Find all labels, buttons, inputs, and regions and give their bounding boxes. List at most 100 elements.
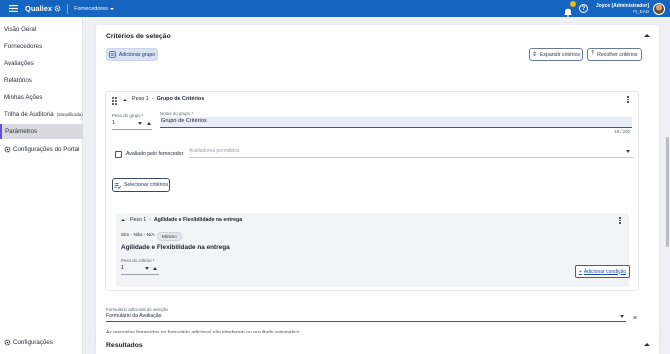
add-group-button[interactable]: Adicionar grupo bbox=[106, 48, 158, 61]
sidebar-item-label: Visão Geral bbox=[4, 26, 37, 33]
criterion-separator: - bbox=[149, 217, 151, 223]
brand-gear-icon bbox=[54, 5, 61, 12]
notification-icon[interactable] bbox=[563, 0, 576, 17]
collapse-section-icon[interactable] bbox=[644, 34, 650, 37]
sidebar-item-avaliacoes[interactable]: Avaliações bbox=[0, 56, 83, 71]
clear-icon[interactable]: × bbox=[633, 315, 637, 322]
group-weight-text: Peso 1 bbox=[132, 96, 149, 102]
criterion-weight-input[interactable]: 1 bbox=[121, 265, 124, 271]
collapse-criteria-label: Recolher critérios bbox=[597, 51, 638, 58]
group-more-icon[interactable] bbox=[625, 95, 631, 104]
chevron-down-icon[interactable] bbox=[626, 150, 630, 153]
add-group-label: Adicionar grupo bbox=[118, 51, 156, 58]
module-label: Fornecedores bbox=[74, 5, 109, 12]
group-name-underline bbox=[160, 127, 632, 128]
sidebar-item-fornecedores[interactable]: Fornecedores bbox=[0, 39, 83, 54]
module-selector[interactable]: Fornecedores bbox=[74, 5, 115, 12]
sidebar-item-parametros[interactable]: Parâmetros bbox=[0, 124, 83, 139]
expand-icon: ⇕ bbox=[531, 52, 537, 58]
results-collapse-icon[interactable] bbox=[644, 343, 650, 346]
topbar-divider bbox=[67, 3, 69, 14]
criterion-title: Agilidade e Flexibilidade na entrega bbox=[153, 217, 243, 223]
criterion-weight-text: Peso 1 bbox=[130, 217, 147, 223]
evaluated-by-supplier-checkbox[interactable] bbox=[115, 151, 122, 158]
evaluated-by-supplier-label: Avaliado pelo fornecedor bbox=[126, 151, 184, 157]
criteria-group: Peso 1 - Grupo de Critérios Peso do grup… bbox=[105, 91, 639, 291]
group-name-field-bg bbox=[160, 117, 632, 127]
additional-form-select[interactable]: Formulário da Avaliação bbox=[106, 313, 162, 319]
add-condition-button[interactable]: + Adicionar condição bbox=[575, 265, 630, 278]
sidebar-item-label: Configurações do Portal bbox=[13, 146, 80, 153]
brand-name: Qualiex bbox=[25, 4, 53, 13]
drag-handle-icon[interactable] bbox=[112, 97, 117, 105]
group-name-counter: 18 / 200 bbox=[614, 129, 630, 134]
select-criteria-button[interactable]: Selecionar critérios bbox=[112, 178, 170, 192]
sidebar-item-configuracoes[interactable]: Configurações bbox=[0, 335, 83, 350]
sidebar: Visão Geral Fornecedores Avaliações Rela… bbox=[0, 17, 83, 354]
avatar[interactable] bbox=[653, 2, 665, 15]
results-card: Resultados bbox=[96, 333, 659, 354]
menu-icon[interactable] bbox=[7, 3, 19, 15]
weight-stepper-down-icon[interactable] bbox=[138, 122, 142, 125]
group-name-label: Nome do grupo * bbox=[160, 111, 194, 116]
criterion-more-icon[interactable] bbox=[617, 216, 623, 225]
group-collapse-icon[interactable] bbox=[123, 99, 127, 101]
help-icon[interactable]: ? bbox=[578, 4, 588, 13]
sidebar-bottom-label: Configurações bbox=[13, 339, 53, 346]
group-weight-label: Peso do grupo * bbox=[112, 113, 144, 118]
criterion-header: Peso 1 - Agilidade e Flexibilidade na en… bbox=[130, 217, 242, 223]
expand-criteria-button[interactable]: ⇕ Expandir critérios bbox=[529, 48, 583, 61]
criterion-collapse-icon[interactable] bbox=[121, 219, 125, 221]
results-title: Resultados bbox=[106, 342, 143, 349]
scrollbar[interactable] bbox=[666, 137, 669, 247]
allowed-evaluators-underline bbox=[189, 157, 633, 158]
criterion-weight-underline bbox=[121, 274, 159, 275]
sidebar-item-relatorios[interactable]: Relatórios bbox=[0, 73, 83, 88]
additional-form-underline bbox=[106, 321, 626, 322]
collapse-criteria-button[interactable]: ⤒ Recolher critérios bbox=[587, 48, 642, 61]
criterion-heading: Agilidade e Flexibilidade na entrega bbox=[121, 244, 230, 251]
select-criteria-label: Selecionar critérios bbox=[123, 182, 169, 188]
user-company: FI_EAD bbox=[633, 8, 649, 14]
allowed-evaluators-select[interactable]: Avaliadores permitidos bbox=[189, 148, 240, 154]
criterion-weight-label: Peso do critério * bbox=[121, 258, 155, 263]
criterion-tag: Mínimo bbox=[157, 232, 182, 241]
add-list-icon bbox=[109, 51, 116, 58]
additional-form-label: Formulário adicional de seleção bbox=[106, 307, 168, 312]
sidebar-item-label: Avaliações bbox=[4, 60, 34, 67]
expand-criteria-label: Expandir critérios bbox=[539, 51, 581, 58]
brand-logo[interactable]: Qualiex bbox=[25, 4, 61, 13]
sidebar-item-label: Minhas Ações bbox=[4, 94, 43, 101]
top-bar: Qualiex Fornecedores ? Joyce [Administra… bbox=[0, 0, 670, 17]
gear-icon bbox=[4, 146, 11, 153]
group-weight-underline bbox=[112, 129, 152, 130]
criteria-title: Critérios de seleção bbox=[106, 33, 171, 40]
sidebar-item-sublabel: (Simplificada) bbox=[56, 112, 83, 117]
gear-icon bbox=[4, 339, 11, 346]
sidebar-item-minhas-acoes[interactable]: Minhas Ações bbox=[0, 90, 83, 105]
sidebar-item-label: Parâmetros bbox=[5, 128, 37, 135]
group-weight-input[interactable]: 1 bbox=[112, 120, 115, 126]
sidebar-item-visao-geral[interactable]: Visão Geral bbox=[0, 22, 83, 37]
group-separator: - bbox=[151, 96, 154, 102]
plus-icon: + bbox=[578, 268, 582, 275]
criteria-card: Critérios de seleção Adicionar grupo ⇕ E… bbox=[96, 25, 659, 343]
chevron-down-icon[interactable] bbox=[620, 315, 624, 318]
user-info[interactable]: Joyce [Administrador] FI_EAD bbox=[596, 3, 649, 15]
group-header: Peso 1 - Grupo de Critérios bbox=[132, 96, 204, 102]
main-content: Critérios de seleção Adicionar grupo ⇕ E… bbox=[83, 17, 670, 354]
criterion-stepper-up-icon[interactable] bbox=[153, 267, 157, 270]
sidebar-item-trilha-auditoria[interactable]: Trilha de Auditoria (Simplificada) bbox=[0, 107, 83, 122]
collapse-icon: ⤒ bbox=[591, 51, 595, 57]
group-name-input[interactable]: Grupo de Critérios bbox=[161, 118, 207, 124]
criterion-scale: Sim - Não - N/A bbox=[121, 233, 155, 238]
checklist-icon bbox=[114, 182, 121, 189]
sidebar-item-label: Trilha de Auditoria bbox=[4, 111, 54, 118]
sidebar-item-configuracoes-portal[interactable]: Configurações do Portal bbox=[0, 142, 83, 157]
notification-badge bbox=[569, 0, 576, 7]
criterion-stepper-down-icon[interactable] bbox=[145, 267, 149, 270]
criterion-card: Peso 1 - Agilidade e Flexibilidade na en… bbox=[116, 213, 630, 287]
chevron-down-icon bbox=[110, 7, 115, 10]
weight-stepper-up-icon[interactable] bbox=[147, 122, 151, 125]
group-title: Grupo de Critérios bbox=[156, 96, 205, 102]
